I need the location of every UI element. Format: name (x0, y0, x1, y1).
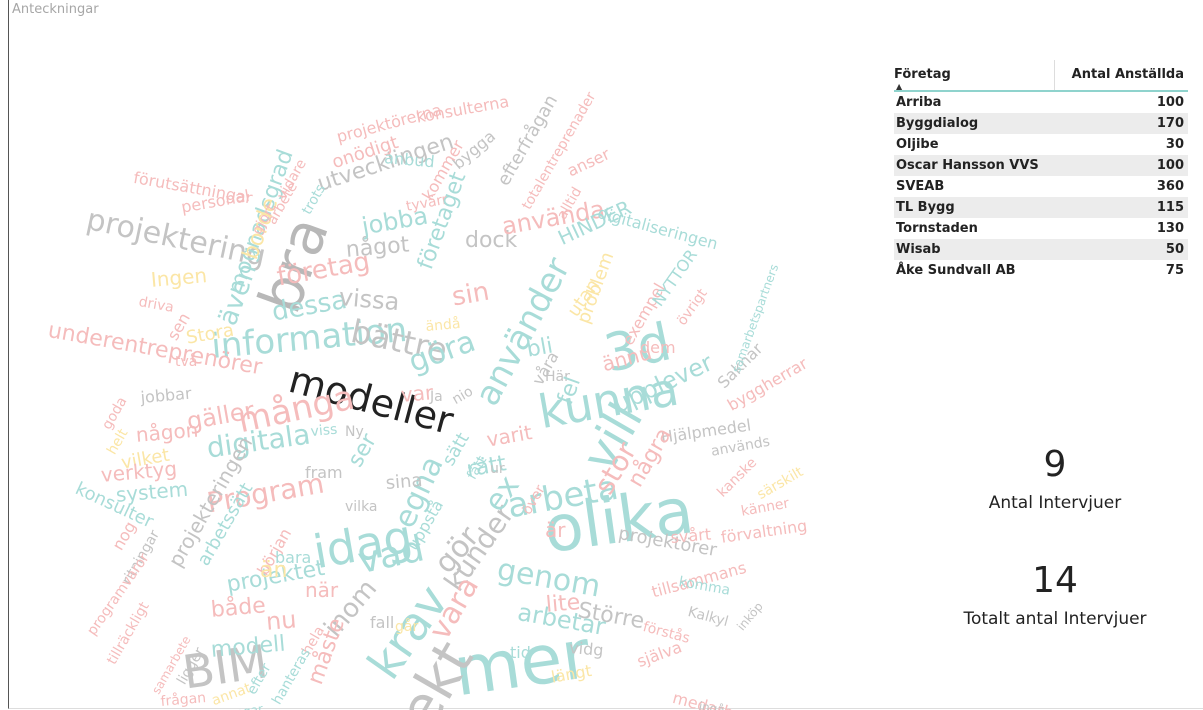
word-cloud-term[interactable]: fall (370, 615, 394, 631)
word-cloud-term[interactable]: nu (265, 605, 298, 636)
word-cloud-term[interactable]: viss (310, 422, 338, 440)
cell-company: SVEAB (896, 179, 945, 194)
page-title: Anteckningar (12, 2, 99, 17)
word-cloud-term[interactable]: ur (490, 462, 505, 476)
table-row[interactable]: TL Bygg 115 (894, 197, 1188, 218)
table-row[interactable]: Byggdialog 170 (894, 113, 1188, 134)
table-row[interactable]: Oljibe 30 (894, 134, 1188, 155)
sort-ascending-icon[interactable]: ▲ (896, 82, 902, 91)
word-cloud-term[interactable]: var (400, 380, 434, 407)
word-cloud-term[interactable]: går (395, 620, 418, 634)
word-cloud-term[interactable]: Ingen (150, 263, 208, 292)
word-cloud-term[interactable]: övrigt (674, 286, 711, 329)
word-cloud-term[interactable]: är (545, 520, 565, 540)
column-header-company[interactable]: Företag ▲ (894, 60, 1054, 91)
word-cloud-term[interactable]: jobbar (140, 384, 192, 407)
cell-company: Åke Sundvall AB (896, 263, 1016, 278)
word-cloud-term[interactable]: sin (450, 277, 492, 313)
kpi-label-total-interviews: Totalt antal Intervjuer (963, 609, 1147, 629)
word-cloud-term[interactable]: vilka (345, 500, 378, 514)
kpi-card-total-interviews: 14 Totalt antal Intervjuer (920, 560, 1190, 629)
word-cloud-term[interactable]: när (305, 580, 338, 600)
word-cloud-term[interactable]: trots (299, 182, 329, 218)
table-body: Arriba 100 Byggdialog 170 Oljibe 30 Oscar Hans… (894, 92, 1188, 281)
table-header: Företag ▲ Antal Anställda (894, 60, 1188, 92)
kpi-label-interviews: Antal Intervjuer (988, 493, 1122, 513)
word-cloud-term[interactable]: Ja (430, 390, 443, 404)
cell-company: Wisab (896, 242, 941, 257)
word-cloud[interactable]: modeller olika mer kunna 3d idag bra BIM krav vil… (10, 20, 855, 710)
cell-company: Oljibe (896, 137, 939, 152)
word-cloud-term[interactable]: två (175, 355, 197, 369)
table-row[interactable]: Arriba 100 (894, 92, 1188, 113)
word-cloud-term[interactable]: svårt (670, 524, 712, 546)
cell-company: Tornstaden (896, 221, 978, 236)
word-cloud-term[interactable]: tid (510, 645, 531, 661)
word-cloud-term[interactable]: bli (525, 333, 555, 362)
cell-employees: 30 (1165, 137, 1184, 152)
word-cloud-term[interactable]: anbud (384, 148, 436, 171)
company-table[interactable]: Företag ▲ Antal Anställda Arriba 100 Byggd… (894, 60, 1188, 281)
word-cloud-term[interactable]: dem (640, 340, 676, 356)
word-cloud-term[interactable]: inköp (734, 600, 766, 634)
word-cloud-term[interactable]: kanske (714, 455, 760, 501)
cell-company: Byggdialog (896, 116, 979, 131)
word-cloud-term[interactable]: fram (305, 465, 343, 481)
word-cloud-term[interactable]: modell (210, 632, 287, 663)
word-cloud-term[interactable]: sina (385, 470, 424, 494)
cell-employees: 115 (1156, 200, 1184, 215)
table-row[interactable]: Åke Sundvall AB 75 (894, 260, 1188, 281)
cell-company: Oscar Hansson VVS (896, 158, 1039, 173)
column-header-company-label: Företag (894, 67, 951, 82)
cell-employees: 100 (1156, 158, 1184, 173)
word-cloud-term[interactable]: något (345, 232, 410, 262)
cell-employees: 130 (1156, 221, 1184, 236)
kpi-value-interviews: 9 (1043, 444, 1067, 485)
word-cloud-term[interactable]: Ny (345, 425, 364, 439)
word-cloud-term[interactable]: vissa (338, 283, 401, 316)
kpi-value-total-interviews: 14 (1032, 560, 1078, 601)
word-cloud-term[interactable]: lite (545, 590, 581, 618)
word-cloud-term[interactable]: ändå (425, 316, 461, 335)
word-cloud-term[interactable]: varit (485, 420, 534, 452)
word-cloud-term[interactable]: förvaltning (720, 516, 809, 547)
cell-employees: 75 (1165, 263, 1184, 278)
word-cloud-term[interactable]: anser (564, 144, 613, 180)
word-cloud-term[interactable]: vidg (569, 638, 605, 660)
word-cloud-term[interactable]: driva (137, 294, 175, 316)
table-row[interactable]: Tornstaden 130 (894, 218, 1188, 239)
word-cloud-term[interactable]: både (210, 593, 267, 623)
table-row[interactable]: Wisab 50 (894, 239, 1188, 260)
cell-employees: 100 (1156, 95, 1184, 110)
kpi-card-interviews: 9 Antal Intervjuer (920, 444, 1190, 513)
word-cloud-term[interactable]: goda (99, 394, 130, 432)
cell-employees: 50 (1165, 242, 1184, 257)
cell-company: Arriba (896, 95, 942, 110)
word-cloud-term[interactable]: frågan (160, 690, 207, 710)
cell-company: TL Bygg (896, 200, 955, 215)
word-cloud-term[interactable]: än (260, 560, 287, 582)
word-cloud-term[interactable]: någon (135, 418, 199, 447)
cell-employees: 360 (1156, 179, 1184, 194)
column-header-employees[interactable]: Antal Anställda (1054, 60, 1188, 90)
table-row[interactable]: SVEAB 360 (894, 176, 1188, 197)
table-row[interactable]: Oscar Hansson VVS 100 (894, 155, 1188, 176)
word-cloud-term[interactable]: Kalkyl (686, 604, 730, 630)
cell-employees: 170 (1156, 116, 1184, 131)
word-cloud-term[interactable]: nog (108, 518, 140, 554)
